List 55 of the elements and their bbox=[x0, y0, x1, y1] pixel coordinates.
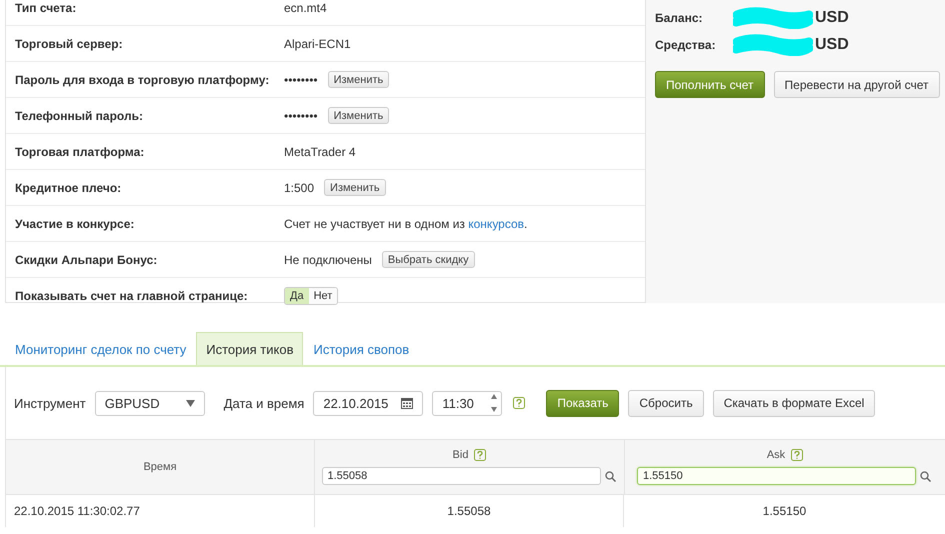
column-filter-field[interactable]: 1.55150 bbox=[637, 467, 916, 485]
field-label: Участие в конкурсе: bbox=[15, 216, 136, 230]
tab[interactable]: История свопов bbox=[303, 332, 420, 365]
field-label: Показывать счет на главной странице: bbox=[15, 289, 249, 303]
instrument-label: Инструмент bbox=[14, 396, 86, 410]
spinner-icon bbox=[490, 392, 498, 414]
field-value: Alpari-ECN1 bbox=[284, 36, 351, 50]
excel-download-button[interactable]: Скачать в формате Excel bbox=[712, 390, 876, 416]
currency-label: USD bbox=[815, 8, 849, 26]
field-label: Пароль для входа в торговую платформу: bbox=[15, 72, 270, 86]
field-value: •••••••• bbox=[284, 108, 318, 122]
field-value: Не подключены bbox=[284, 252, 372, 266]
contests-link[interactable]: конкурсов bbox=[468, 216, 524, 230]
reset-button[interactable]: Сбросить bbox=[628, 390, 704, 416]
change-button[interactable]: Изменить bbox=[324, 179, 386, 196]
field-label: Скидки Альпари Бонус: bbox=[15, 252, 158, 266]
account-button[interactable]: Перевести на другой счет bbox=[774, 71, 940, 98]
tab[interactable]: Мониторинг сделок по счету bbox=[5, 332, 196, 365]
column-title: Время bbox=[143, 461, 177, 473]
table-cell: 1.55058 bbox=[447, 504, 491, 518]
change-button[interactable]: Изменить bbox=[328, 107, 390, 124]
column-filter-field[interactable]: 1.55058 bbox=[322, 467, 600, 485]
field-value: Счет не участвует ни в одном из конкурсов. bbox=[284, 216, 528, 230]
field-label: Телефонный пароль: bbox=[15, 108, 144, 122]
field-value: 1:500 bbox=[284, 180, 314, 194]
field-value: MetaTrader 4 bbox=[284, 144, 356, 158]
calendar-icon bbox=[401, 397, 414, 409]
field-label: Тип счета: bbox=[15, 0, 78, 14]
currency-label: USD bbox=[815, 36, 849, 54]
field-label: Торговый сервер: bbox=[15, 36, 124, 50]
instrument-select[interactable]: GBPUSD bbox=[94, 390, 205, 416]
field-value: •••••••• bbox=[284, 72, 318, 86]
field-label: Торговая платформа: bbox=[15, 144, 146, 158]
toggle-option[interactable]: Да bbox=[285, 288, 309, 304]
toggle-option[interactable]: Нет bbox=[308, 288, 338, 304]
help-icon[interactable] bbox=[513, 397, 526, 409]
help-icon[interactable] bbox=[791, 449, 804, 461]
change-button[interactable]: Выбрать скидку bbox=[382, 251, 475, 268]
column-title: Ask bbox=[766, 449, 786, 461]
table-cell: 22.10.2015 11:30:02.77 bbox=[14, 504, 140, 518]
table-cell: 1.55150 bbox=[762, 504, 806, 518]
field-label: Кредитное плечо: bbox=[15, 180, 122, 194]
search-icon[interactable] bbox=[920, 470, 931, 482]
summary-label: Средства: bbox=[655, 38, 717, 52]
date-field[interactable]: 22.10.2015 bbox=[313, 390, 424, 416]
column-title: Bid bbox=[452, 449, 468, 461]
search-icon[interactable] bbox=[604, 470, 616, 482]
change-button[interactable]: Изменить bbox=[328, 71, 390, 88]
caret-icon bbox=[186, 400, 195, 406]
field-value: ecn.mt4 bbox=[284, 0, 327, 14]
tab[interactable]: История тиков bbox=[196, 332, 304, 365]
summary-label: Баланс: bbox=[655, 10, 704, 24]
datetime-label: Дата и время bbox=[224, 396, 304, 410]
time-field[interactable]: 11:30 bbox=[432, 390, 502, 416]
help-icon[interactable] bbox=[474, 449, 486, 461]
